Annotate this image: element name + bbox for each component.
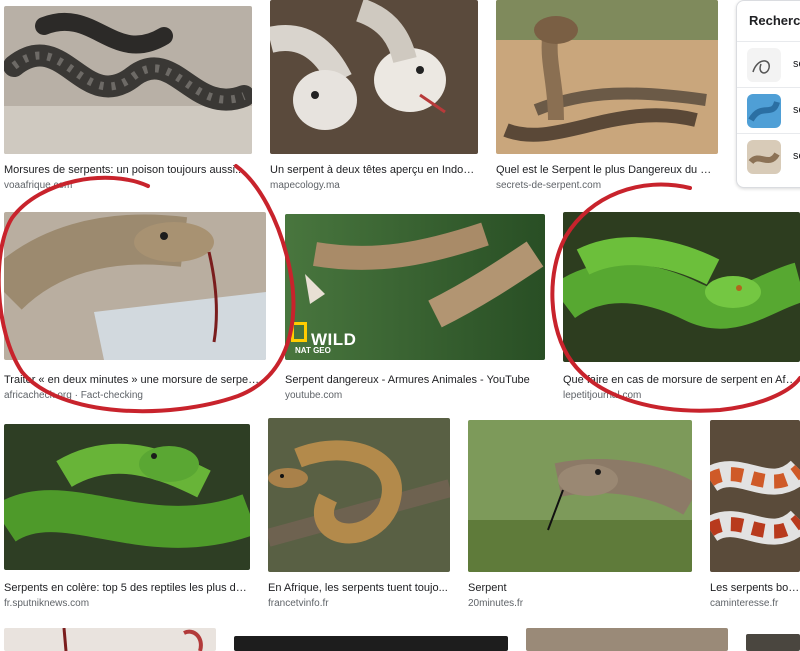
result-caption[interactable]: Serpents en colère: top 5 des reptiles l… — [4, 582, 248, 594]
result-caption[interactable]: Les serpents boive... — [710, 582, 800, 594]
result-thumbnail[interactable] — [234, 636, 508, 651]
natgeo-yellow-frame-icon — [291, 322, 307, 342]
result-caption[interactable]: Quel est le Serpent le plus Dangereux du… — [496, 164, 716, 176]
related-search-label[interactable]: se — [793, 150, 800, 162]
result-caption[interactable]: Traiter « en deux minutes » une morsure … — [4, 374, 264, 386]
result-source: africacheck.org · Fact-checking — [4, 390, 143, 401]
result-thumbnail[interactable] — [746, 634, 800, 651]
related-search-label[interactable]: se — [793, 104, 800, 116]
image-result-5[interactable]: NAT GEO WILD Serpent dangereux - Armures… — [285, 214, 545, 404]
result-source: voaafrique.com — [4, 180, 73, 191]
image-result-6[interactable]: Que faire en cas de morsure de serpent e… — [563, 212, 800, 402]
related-search-item[interactable]: se — [737, 41, 800, 88]
related-search-thumbnail[interactable] — [747, 94, 781, 128]
image-result-1[interactable]: Morsures de serpents: un poison toujours… — [4, 6, 252, 192]
image-result-7[interactable]: Serpents en colère: top 5 des reptiles l… — [4, 424, 250, 614]
image-result-4[interactable]: Traiter « en deux minutes » une morsure … — [4, 212, 266, 402]
result-thumbnail[interactable] — [526, 628, 728, 651]
related-search-item[interactable]: se — [737, 133, 800, 180]
image-result-11[interactable] — [4, 628, 216, 651]
result-source: francetvinfo.fr — [268, 598, 329, 609]
result-caption[interactable]: Un serpent à deux têtes aperçu en Indon.… — [270, 164, 476, 176]
related-search-label[interactable]: se — [793, 58, 800, 70]
related-searches-panel: Recherch se se se — [736, 0, 800, 188]
result-thumbnail[interactable] — [563, 212, 800, 362]
result-source: youtube.com — [285, 390, 343, 401]
related-search-item[interactable]: se — [737, 87, 800, 134]
result-source: 20minutes.fr — [468, 598, 524, 609]
result-thumbnail[interactable] — [710, 420, 800, 572]
natgeo-wild-logo: NAT GEO WILD — [291, 322, 356, 354]
image-result-9[interactable]: Serpent 20minutes.fr — [468, 420, 692, 614]
image-result-2[interactable]: Un serpent à deux têtes aperçu en Indon.… — [270, 0, 478, 192]
result-caption[interactable]: Serpent — [468, 582, 690, 594]
image-result-8[interactable]: En Afrique, les serpents tuent toujo... … — [268, 418, 450, 614]
result-source: mapecology.ma — [270, 180, 340, 191]
result-thumbnail[interactable] — [270, 0, 478, 154]
result-source: secrets-de-serpent.com — [496, 180, 602, 191]
related-search-thumbnail[interactable] — [747, 48, 781, 82]
result-source: caminteresse.fr — [710, 598, 779, 609]
result-thumbnail[interactable] — [268, 418, 450, 572]
image-result-14[interactable] — [746, 634, 800, 651]
result-caption[interactable]: Serpent dangereux - Armures Animales - Y… — [285, 374, 543, 386]
image-result-3[interactable]: Quel est le Serpent le plus Dangereux du… — [496, 0, 718, 192]
result-thumbnail[interactable] — [4, 424, 250, 570]
result-thumbnail[interactable] — [4, 212, 266, 360]
result-thumbnail[interactable] — [4, 6, 252, 154]
result-thumbnail[interactable]: NAT GEO WILD — [285, 214, 545, 360]
image-result-13[interactable] — [526, 628, 728, 651]
related-search-thumbnail[interactable] — [747, 140, 781, 174]
panel-title: Recherch — [749, 13, 800, 28]
image-result-12[interactable] — [234, 636, 508, 651]
result-thumbnail[interactable] — [496, 0, 718, 154]
result-thumbnail[interactable] — [4, 628, 216, 651]
result-source: fr.sputniknews.com — [4, 598, 90, 609]
result-caption[interactable]: Que faire en cas de morsure de serpent e… — [563, 374, 800, 386]
result-caption[interactable]: Morsures de serpents: un poison toujours… — [4, 164, 250, 176]
result-caption[interactable]: En Afrique, les serpents tuent toujo... — [268, 582, 448, 594]
logo-big-text: WILD — [311, 330, 357, 349]
image-result-10[interactable]: Les serpents boive... caminteresse.fr — [710, 420, 800, 614]
result-source: lepetitjournal.com — [563, 390, 642, 401]
result-thumbnail[interactable] — [468, 420, 692, 572]
